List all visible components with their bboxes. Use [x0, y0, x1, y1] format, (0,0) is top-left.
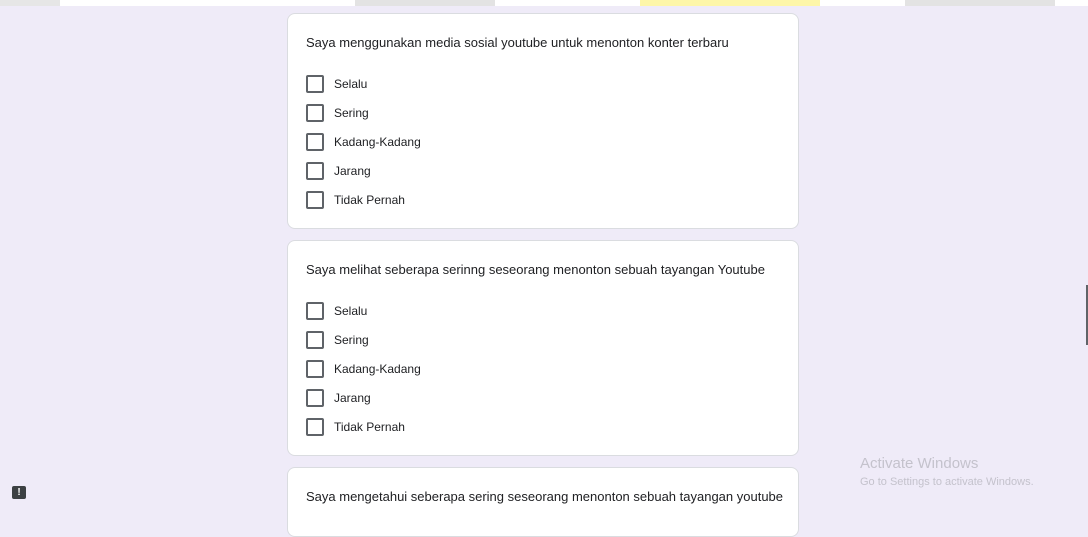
option-item[interactable]: Selalu	[306, 69, 421, 98]
option-label: Sering	[334, 105, 369, 120]
checkbox[interactable]	[306, 190, 324, 209]
header-strip-gray-right	[905, 0, 1055, 6]
option-label: Selalu	[334, 76, 368, 91]
question-card-1: Saya menggunakan media sosial youtube un…	[287, 13, 799, 229]
option-item[interactable]: Tidak Pernah	[306, 412, 421, 441]
checkbox[interactable]	[306, 388, 324, 407]
option-item[interactable]: Kadang-Kadang	[306, 354, 421, 383]
watermark-title: Activate Windows	[860, 455, 979, 472]
option-item[interactable]: Tidak Pernah	[306, 185, 421, 214]
option-label: Tidak Pernah	[334, 192, 405, 207]
option-item[interactable]: Sering	[306, 98, 421, 127]
question-card-2: Saya melihat seberapa serinng seseorang …	[287, 240, 799, 456]
checkbox[interactable]	[306, 103, 324, 122]
option-item[interactable]: Jarang	[306, 383, 421, 412]
checkbox[interactable]	[306, 74, 324, 93]
header-strip-accent	[640, 0, 820, 6]
options-list: Selalu Sering Kadang-Kadang Jarang Tidak…	[306, 69, 421, 214]
watermark-subtitle: Go to Settings to activate Windows.	[860, 476, 1034, 488]
checkbox[interactable]	[306, 359, 324, 378]
option-label: Tidak Pernah	[334, 419, 405, 434]
header-strip-gray-left	[0, 0, 60, 6]
option-label: Kadang-Kadang	[334, 361, 421, 376]
option-item[interactable]: Sering	[306, 325, 421, 354]
option-item[interactable]: Kadang-Kadang	[306, 127, 421, 156]
option-item[interactable]: Selalu	[306, 296, 421, 325]
checkbox[interactable]	[306, 301, 324, 320]
report-icon[interactable]: !	[12, 486, 26, 499]
question-title: Saya mengetahui seberapa sering seseoran…	[306, 489, 784, 504]
option-label: Sering	[334, 332, 369, 347]
option-label: Kadang-Kadang	[334, 134, 421, 149]
header-image-strip	[0, 0, 1088, 6]
checkbox[interactable]	[306, 330, 324, 349]
option-item[interactable]: Jarang	[306, 156, 421, 185]
question-card-3: Saya mengetahui seberapa sering seseoran…	[287, 467, 799, 537]
option-label: Selalu	[334, 303, 368, 318]
option-label: Jarang	[334, 163, 371, 178]
question-title: Saya melihat seberapa serinng seseorang …	[306, 262, 765, 277]
question-title: Saya menggunakan media sosial youtube un…	[306, 35, 729, 50]
windows-activation-watermark: Activate Windows Go to Settings to activ…	[860, 455, 1034, 489]
checkbox[interactable]	[306, 161, 324, 180]
checkbox[interactable]	[306, 132, 324, 151]
option-label: Jarang	[334, 390, 371, 405]
checkbox[interactable]	[306, 417, 324, 436]
header-strip-gray-mid	[355, 0, 495, 6]
options-list: Selalu Sering Kadang-Kadang Jarang Tidak…	[306, 296, 421, 441]
